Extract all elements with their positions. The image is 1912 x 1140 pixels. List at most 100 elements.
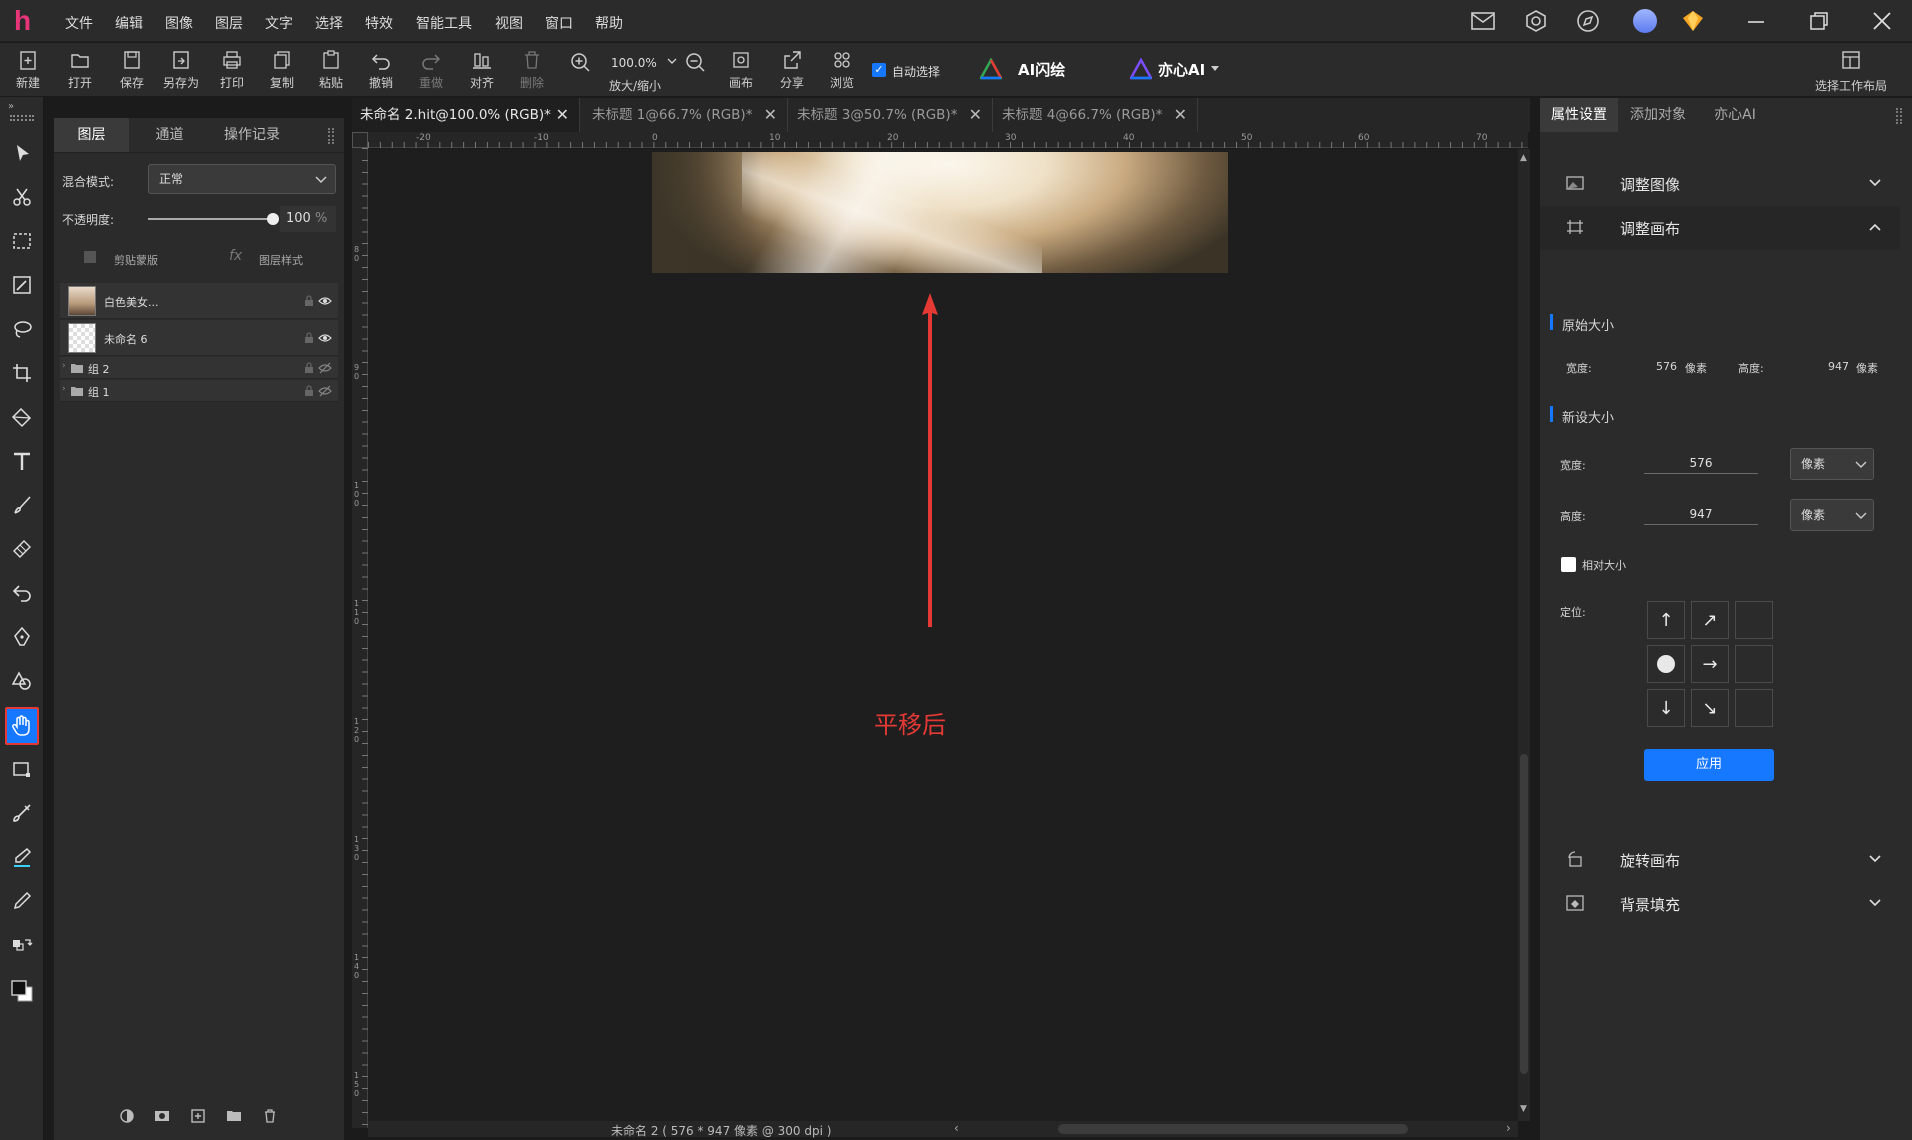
transform-tool[interactable] xyxy=(5,751,39,787)
menu-view[interactable]: 视图 xyxy=(495,13,523,33)
layer-row[interactable]: 白色美女... xyxy=(60,283,338,319)
tools-grip-icon[interactable] xyxy=(10,115,34,121)
adjustment-layer-icon[interactable] xyxy=(119,1108,135,1124)
new-button[interactable]: 新建 xyxy=(6,47,50,91)
open-button[interactable]: 打开 xyxy=(58,47,102,91)
clip-mask-button[interactable]: 剪贴蒙版 xyxy=(114,252,158,268)
print-button[interactable]: 打印 xyxy=(210,47,254,91)
menu-layer[interactable]: 图层 xyxy=(215,13,243,33)
tab-add-object[interactable]: 添加对象 xyxy=(1620,98,1696,132)
vertical-scrollbar[interactable]: ▲ ▼ xyxy=(1518,149,1530,1121)
paste-button[interactable]: 粘贴 xyxy=(309,47,353,91)
lock-icon[interactable] xyxy=(304,295,314,307)
blend-mode-select[interactable]: 正常 xyxy=(148,164,336,194)
copy-button[interactable]: 复制 xyxy=(260,47,304,91)
scroll-down-icon[interactable]: ▼ xyxy=(1520,1104,1527,1114)
delete-layer-icon[interactable] xyxy=(262,1108,278,1124)
layer-row[interactable]: 未命名 6 xyxy=(60,320,338,356)
settings-icon[interactable] xyxy=(1524,9,1548,33)
undo-button[interactable]: 撤销 xyxy=(359,47,403,91)
anchor-bottom-right[interactable]: ↘ xyxy=(1691,689,1729,727)
zoom-in-icon[interactable] xyxy=(569,51,591,73)
eye-hidden-icon[interactable] xyxy=(318,385,332,397)
eraser-tool[interactable] xyxy=(5,531,39,567)
height-input[interactable]: 947 xyxy=(1644,505,1758,525)
auto-select-checkbox[interactable]: ✓ xyxy=(872,63,886,77)
new-group-icon[interactable] xyxy=(226,1108,242,1124)
brush-tool[interactable] xyxy=(5,487,39,523)
close-tab-icon[interactable]: ✕ xyxy=(969,98,982,132)
move-tool[interactable] xyxy=(5,135,39,171)
anchor-top[interactable]: ↑ xyxy=(1647,601,1685,639)
layer-group-row[interactable]: › 组 1 xyxy=(60,380,338,402)
yixin-dropdown-icon[interactable] xyxy=(1210,65,1220,73)
menu-smart-tools[interactable]: 智能工具 xyxy=(416,13,472,33)
menu-help[interactable]: 帮助 xyxy=(595,13,623,33)
scroll-up-icon[interactable]: ▲ xyxy=(1520,153,1527,163)
history-brush-tool[interactable] xyxy=(5,575,39,611)
align-button[interactable]: 对齐 xyxy=(460,47,504,91)
redo-button[interactable]: 重做 xyxy=(409,47,453,91)
cut-tool[interactable] xyxy=(5,179,39,215)
panel-grip-icon[interactable] xyxy=(1896,108,1902,124)
anchor-bottom[interactable]: ↓ xyxy=(1647,689,1685,727)
crop-tool[interactable] xyxy=(5,355,39,391)
add-mask-icon[interactable] xyxy=(154,1108,170,1124)
close-window-icon[interactable] xyxy=(1871,10,1893,32)
height-unit-select[interactable]: 像素 xyxy=(1790,499,1874,531)
anchor-top-far[interactable] xyxy=(1735,601,1773,639)
swap-colors-button[interactable] xyxy=(5,927,39,963)
vip-gem-icon[interactable] xyxy=(1680,8,1706,34)
marquee-tool[interactable] xyxy=(5,223,39,259)
relative-size-checkbox[interactable] xyxy=(1561,557,1576,572)
adjust-canvas-section[interactable]: 调整画布 xyxy=(1540,206,1900,250)
width-unit-select[interactable]: 像素 xyxy=(1790,448,1874,480)
highlight-pen-tool[interactable] xyxy=(5,839,39,875)
scroll-left-icon[interactable]: ‹ xyxy=(954,1121,959,1135)
rotate-canvas-section[interactable]: 旋转画布 xyxy=(1540,838,1900,882)
restore-icon[interactable] xyxy=(1808,10,1830,32)
save-as-button[interactable]: 另存为 xyxy=(159,47,203,91)
share-button[interactable]: 分享 xyxy=(770,47,814,91)
expand-arrow-icon[interactable]: › xyxy=(62,361,66,371)
color-swatch[interactable] xyxy=(5,973,39,1009)
width-input[interactable]: 576 xyxy=(1644,454,1758,474)
tab-properties[interactable]: 属性设置 xyxy=(1540,98,1618,132)
doc-tab-active[interactable]: 未命名 2.hit@100.0% (RGB)* ✕ xyxy=(352,98,580,132)
hand-tool[interactable] xyxy=(5,707,39,745)
canvas-button[interactable]: 画布 xyxy=(719,47,763,91)
delete-button[interactable]: 删除 xyxy=(510,47,554,91)
canvas-area[interactable]: 平移后 xyxy=(368,149,1518,1121)
eye-icon[interactable] xyxy=(318,295,332,307)
tools-collapse-icon[interactable]: » xyxy=(8,101,15,112)
close-tab-icon[interactable]: ✕ xyxy=(1174,98,1187,132)
anchor-center[interactable] xyxy=(1647,645,1685,683)
lock-icon[interactable] xyxy=(304,385,314,397)
expand-arrow-icon[interactable]: › xyxy=(62,384,66,394)
opacity-slider-thumb[interactable] xyxy=(267,213,279,225)
ai-draw-button[interactable]: AI闪绘 xyxy=(1018,59,1065,80)
menu-effects[interactable]: 特效 xyxy=(365,13,393,33)
mail-icon[interactable] xyxy=(1470,10,1496,32)
text-tool[interactable] xyxy=(5,443,39,479)
zoom-dropdown-icon[interactable] xyxy=(666,56,678,66)
anchor-bottom-far[interactable] xyxy=(1735,689,1773,727)
doc-tab[interactable]: 未标题 4@66.7% (RGB)* ✕ xyxy=(994,98,1198,132)
menu-file[interactable]: 文件 xyxy=(65,13,93,33)
menu-edit[interactable]: 编辑 xyxy=(115,13,143,33)
apply-button[interactable]: 应用 xyxy=(1644,749,1774,781)
tab-yixin-ai[interactable]: 亦心AI xyxy=(1700,98,1770,132)
vertical-scroll-thumb[interactable] xyxy=(1520,754,1528,1074)
adjust-image-section[interactable]: 调整图像 xyxy=(1540,162,1900,206)
lock-icon[interactable] xyxy=(304,332,314,344)
document-image[interactable] xyxy=(652,152,1228,273)
lock-icon[interactable] xyxy=(304,362,314,374)
lasso-tool[interactable] xyxy=(5,311,39,347)
new-layer-icon[interactable] xyxy=(190,1108,206,1124)
tab-history[interactable]: 操作记录 xyxy=(210,118,294,152)
background-fill-section[interactable]: 背景填充 xyxy=(1540,882,1900,926)
tab-layers[interactable]: 图层 xyxy=(54,118,129,152)
layer-group-row[interactable]: › 组 2 xyxy=(60,357,338,379)
close-tab-icon[interactable]: ✕ xyxy=(556,98,569,132)
opacity-input[interactable]: 100 % xyxy=(280,206,336,232)
